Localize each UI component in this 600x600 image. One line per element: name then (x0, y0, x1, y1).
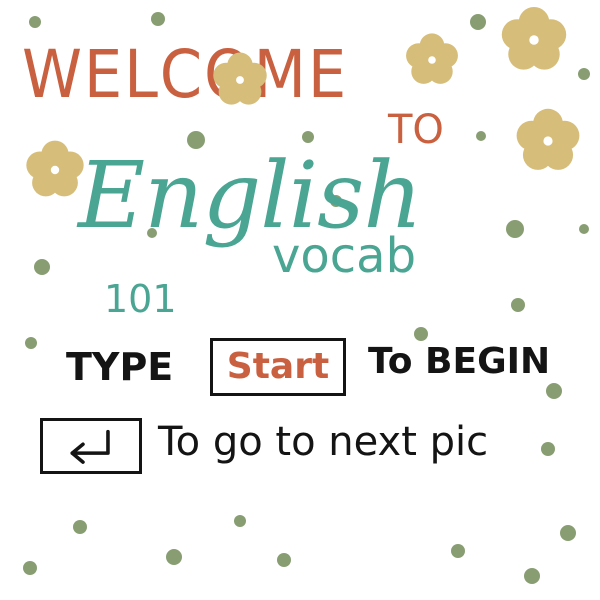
welcome-heading: WELCOME (22, 36, 349, 113)
dot-icon (277, 553, 291, 567)
dot-icon (476, 131, 486, 141)
dot-icon (546, 383, 562, 399)
flower-icon (516, 108, 580, 170)
dot-icon (506, 220, 524, 238)
dot-icon (524, 568, 540, 584)
dot-icon (73, 520, 87, 534)
enter-key-box (40, 418, 142, 474)
flower-icon (501, 6, 567, 70)
flower-icon (26, 140, 84, 197)
dot-icon (451, 544, 465, 558)
dot-icon (414, 327, 428, 341)
dot-icon (578, 68, 590, 80)
course-number: 101 (104, 277, 177, 321)
vocab-heading: vocab (272, 228, 417, 284)
dot-icon (23, 561, 37, 575)
type-instruction-label: TYPE (66, 345, 174, 389)
vocab-welcome-screen: WELCOME TO English vocab 101 TYPE Start … (0, 0, 600, 600)
dot-icon (234, 515, 246, 527)
flower-icon (406, 33, 458, 84)
next-pic-instruction-label: To go to next pic (158, 419, 489, 465)
dot-icon (166, 549, 182, 565)
dot-icon (511, 298, 525, 312)
dot-icon (560, 525, 576, 541)
dot-icon (579, 224, 589, 234)
start-keyword: Start (226, 346, 330, 387)
begin-instruction-label: To BEGIN (368, 341, 551, 382)
enter-key-icon (70, 429, 110, 464)
dot-icon (29, 16, 41, 28)
dot-icon (151, 12, 165, 26)
start-keyword-box: Start (210, 338, 346, 396)
dot-icon (541, 442, 555, 456)
dot-icon (34, 259, 50, 275)
dot-icon (470, 14, 486, 30)
dot-icon (25, 337, 37, 349)
